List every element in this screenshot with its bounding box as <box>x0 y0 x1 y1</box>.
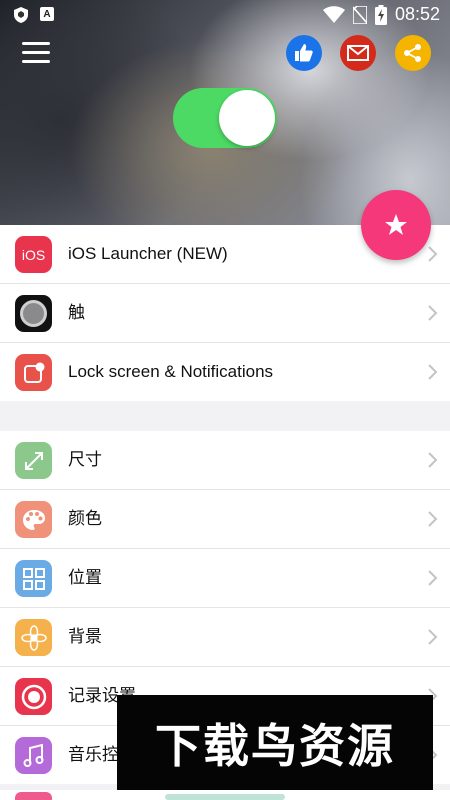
toggle-knob <box>219 90 275 146</box>
no-sim-icon <box>352 5 367 24</box>
row-label: 尺寸 <box>68 450 102 469</box>
row-label: 触 <box>68 303 85 322</box>
row-lock-screen[interactable]: Lock screen & Notifications <box>0 343 450 401</box>
mail-icon <box>347 45 369 61</box>
ios-icon: iOS <box>15 236 52 273</box>
palette-icon <box>15 501 52 538</box>
chevron-right-icon <box>428 570 438 586</box>
chevron-right-icon <box>428 305 438 321</box>
chevron-right-icon <box>428 511 438 527</box>
share-button[interactable] <box>395 35 431 71</box>
chevron-right-icon <box>428 246 438 262</box>
assistive-touch-icon <box>15 295 52 332</box>
clock: 08:52 <box>394 4 440 24</box>
row-background[interactable]: 背景 <box>0 608 450 667</box>
battery-charging-icon <box>374 4 387 25</box>
status-bar: A 08:52 <box>0 0 450 30</box>
row-label: 颜色 <box>68 509 102 528</box>
watermark-overlay: 下载鸟资源 <box>117 695 433 790</box>
row-color[interactable]: 颜色 <box>0 490 450 549</box>
grid-icon <box>15 560 52 597</box>
record-icon <box>15 678 52 715</box>
row-position[interactable]: 位置 <box>0 549 450 608</box>
partial-next-row <box>0 790 450 800</box>
row-assistive-touch[interactable]: 触 <box>0 284 450 343</box>
wifi-icon <box>322 6 345 23</box>
row-label: 背景 <box>68 627 102 646</box>
partial-row-icon <box>15 792 52 800</box>
email-button[interactable] <box>340 35 376 71</box>
resize-icon <box>15 442 52 479</box>
app-badge-icon: A <box>40 7 54 21</box>
row-size[interactable]: 尺寸 <box>0 431 450 490</box>
star-icon <box>385 214 407 235</box>
row-label: iOS Launcher (NEW) <box>68 244 228 263</box>
row-label: Lock screen & Notifications <box>68 362 274 381</box>
favorite-fab-button[interactable] <box>361 190 431 260</box>
share-icon <box>404 44 421 62</box>
notification-icon <box>15 354 52 391</box>
chevron-right-icon <box>428 452 438 468</box>
shield-icon <box>14 7 28 23</box>
hamburger-menu-icon[interactable] <box>22 42 50 64</box>
row-label: 音乐控 <box>68 745 119 764</box>
header-banner: A 08:52 <box>0 0 450 225</box>
chevron-right-icon <box>428 364 438 380</box>
music-icon <box>15 737 52 774</box>
like-button[interactable] <box>286 35 322 71</box>
main-toggle-switch[interactable] <box>173 88 277 148</box>
scroll-indicator <box>165 794 285 800</box>
row-label: 位置 <box>68 568 102 587</box>
flower-icon <box>15 619 52 656</box>
chevron-right-icon <box>428 629 438 645</box>
thumbs-up-icon <box>295 44 313 62</box>
